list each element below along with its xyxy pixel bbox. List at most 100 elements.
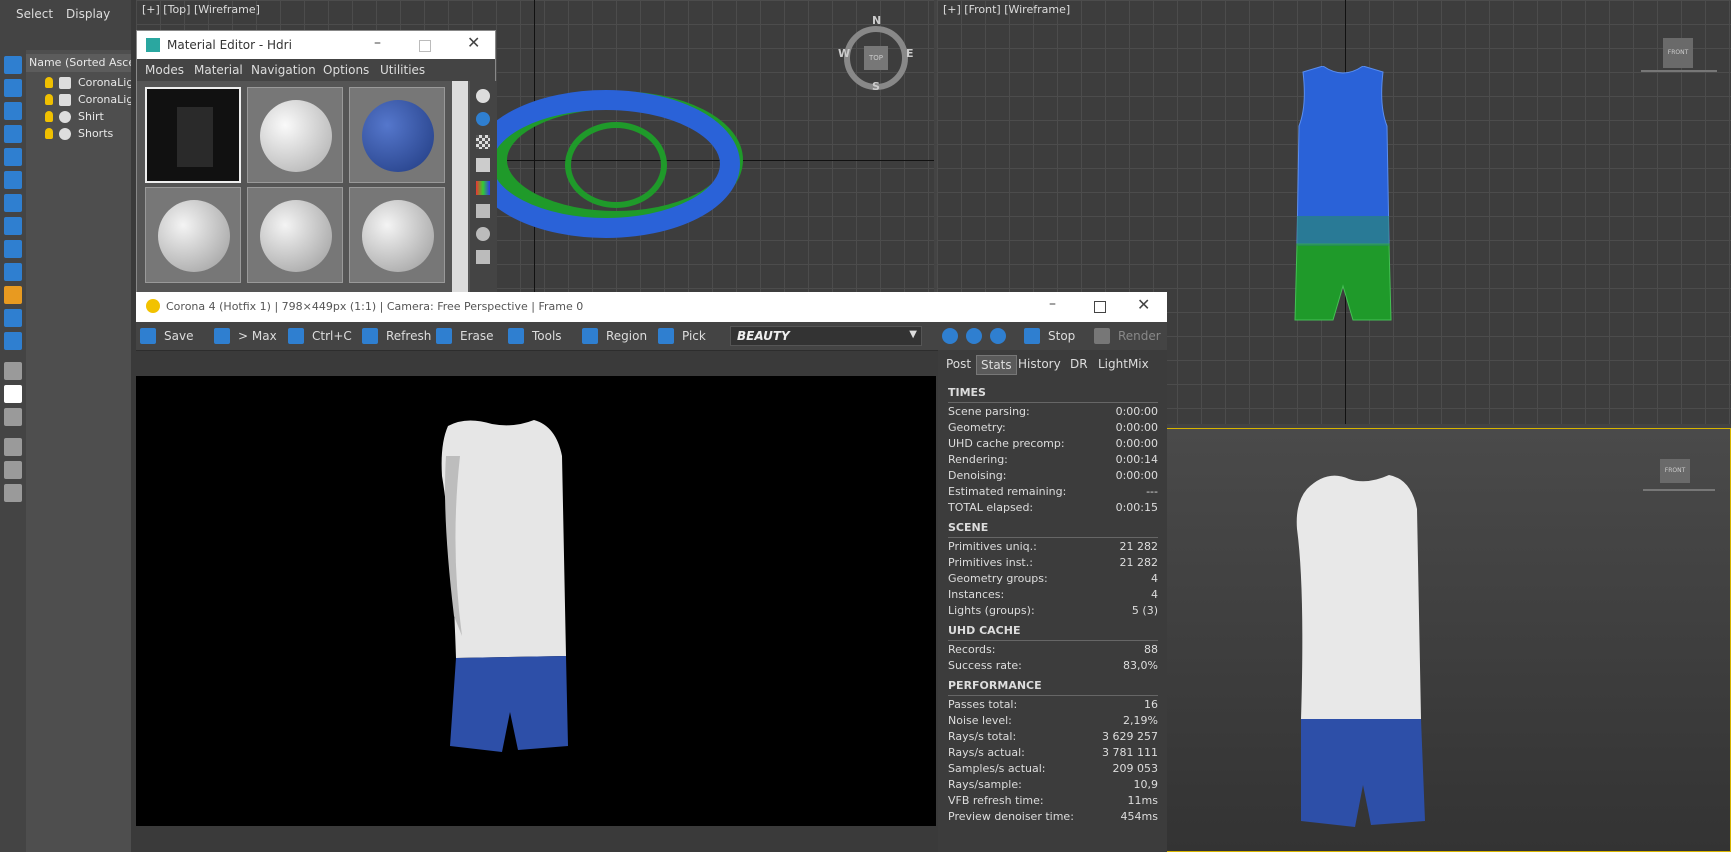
viewcube-ring [1643, 489, 1715, 491]
make-preview-icon[interactable] [476, 204, 490, 218]
render-image[interactable] [136, 376, 936, 826]
helpers-filter-icon[interactable] [4, 171, 22, 189]
max-app-icon [146, 38, 160, 52]
page-icon[interactable] [4, 385, 22, 403]
zoom-out-icon[interactable] [966, 328, 982, 344]
shaded-outfit[interactable] [1271, 469, 1451, 831]
explorer-row[interactable]: Shirt [26, 108, 131, 126]
sample-type-icon[interactable] [476, 89, 490, 103]
tab-post[interactable]: Post [942, 355, 975, 373]
explorer-row[interactable]: CoronaLight001 [26, 74, 131, 92]
spacewarps-filter-icon[interactable] [4, 194, 22, 212]
containers-filter-icon[interactable] [4, 286, 22, 304]
light-bulb-icon[interactable] [45, 128, 53, 139]
tab-stats[interactable]: Stats [976, 355, 1017, 375]
material-slot[interactable] [349, 187, 445, 283]
material-slot[interactable] [349, 87, 445, 183]
tools-button[interactable]: Tools [508, 326, 572, 346]
send-to-max-button[interactable]: > Max [214, 326, 278, 346]
light-bulb-icon[interactable] [45, 111, 53, 122]
maximize-icon[interactable] [419, 40, 431, 52]
frozen-filter-icon[interactable] [4, 309, 22, 327]
hidden-filter-icon[interactable] [4, 332, 22, 350]
shapes-filter-icon[interactable] [4, 102, 22, 120]
viewcube[interactable]: FRONT [1663, 38, 1693, 68]
perspective-viewport[interactable]: FRONT [1166, 428, 1731, 852]
material-editor-window: Material Editor - Hdri – ✕ Modes Materia… [136, 30, 497, 293]
light-bulb-icon[interactable] [45, 77, 53, 88]
cameras-filter-icon[interactable] [4, 148, 22, 166]
light-bulb-icon[interactable] [45, 94, 53, 105]
layers-icon[interactable] [4, 408, 22, 426]
find-icon[interactable] [4, 461, 22, 479]
material-slot[interactable] [145, 87, 241, 183]
render-element-select[interactable]: BEAUTY ▼ [730, 326, 922, 346]
backlight-icon[interactable] [476, 112, 490, 126]
viewport-label[interactable]: [+] [Top] [Wireframe] [142, 3, 260, 16]
geometry-filter-icon[interactable] [4, 79, 22, 97]
funnel-icon[interactable] [4, 438, 22, 456]
material-editor-titlebar[interactable]: Material Editor - Hdri – ✕ [137, 31, 495, 59]
list-icon[interactable] [4, 362, 22, 380]
zoom-in-icon[interactable] [942, 328, 958, 344]
uv-tiling-icon[interactable] [476, 158, 490, 172]
options-icon[interactable] [476, 227, 490, 241]
menu-options[interactable]: Options [323, 63, 369, 77]
material-slot[interactable] [247, 87, 343, 183]
settings-icon[interactable] [4, 484, 22, 502]
video-color-check-icon[interactable] [476, 181, 490, 195]
stats-row: Estimated remaining: --- [948, 485, 1158, 498]
refresh-icon [362, 328, 378, 344]
name-column-header[interactable]: Name (Sorted Ascending) [26, 54, 131, 72]
display-none-icon[interactable] [4, 56, 22, 74]
menu-material[interactable]: Material [194, 63, 243, 77]
zoom-reset-icon[interactable] [990, 328, 1006, 344]
wireframe-object[interactable] [466, 90, 766, 250]
section-divider [948, 537, 1158, 538]
select-menu[interactable]: Select [16, 7, 53, 21]
render-button[interactable]: Render [1094, 326, 1164, 346]
display-menu[interactable]: Display [66, 7, 110, 21]
erase-button[interactable]: Erase [436, 326, 500, 346]
material-slot[interactable] [145, 187, 241, 283]
corona-frame-buffer-window: Corona 4 (Hotfix 1) | 798×449px (1:1) | … [136, 292, 1167, 852]
save-button[interactable]: Save [140, 326, 204, 346]
groups-filter-icon[interactable] [4, 217, 22, 235]
close-icon[interactable]: ✕ [1137, 295, 1150, 314]
menu-utilities[interactable]: Utilities [380, 63, 425, 77]
viewport-label[interactable]: [+] [Front] [Wireframe] [943, 3, 1070, 16]
stop-button[interactable]: Stop [1024, 326, 1086, 346]
explorer-row[interactable]: CoronaLight002 [26, 91, 131, 109]
menu-navigation[interactable]: Navigation [251, 63, 316, 77]
vfb-title: Corona 4 (Hotfix 1) | 798×449px (1:1) | … [166, 300, 584, 313]
viewcube-ring [1641, 70, 1717, 72]
tab-dr[interactable]: DR [1066, 355, 1092, 373]
vfb-titlebar[interactable]: Corona 4 (Hotfix 1) | 798×449px (1:1) | … [136, 292, 1167, 322]
slots-scrollbar[interactable] [452, 81, 468, 293]
material-slot[interactable] [247, 187, 343, 283]
xrefs-filter-icon[interactable] [4, 240, 22, 258]
minimize-icon[interactable]: – [1049, 296, 1056, 312]
tab-history[interactable]: History [1014, 355, 1065, 373]
region-button[interactable]: Region [582, 326, 648, 346]
chevron-down-icon: ▼ [909, 329, 917, 340]
wireframe-outfit[interactable] [1283, 66, 1403, 322]
corona-light-icon [59, 77, 71, 89]
times-section-title: TIMES [948, 386, 986, 399]
bones-filter-icon[interactable] [4, 263, 22, 281]
lights-filter-icon[interactable] [4, 125, 22, 143]
viewcube[interactable]: TOP [864, 46, 888, 70]
explorer-row-label: CoronaLight001 [78, 76, 131, 89]
explorer-row[interactable]: Shorts [26, 125, 131, 143]
select-by-material-icon[interactable] [476, 250, 490, 264]
menu-modes[interactable]: Modes [145, 63, 184, 77]
close-icon[interactable]: ✕ [467, 33, 480, 52]
refresh-button[interactable]: Refresh [362, 326, 434, 346]
copy-button[interactable]: Ctrl+C [288, 326, 352, 346]
background-icon[interactable] [476, 135, 490, 149]
maximize-icon[interactable] [1094, 301, 1106, 313]
tab-lightmix[interactable]: LightMix [1094, 355, 1153, 373]
minimize-icon[interactable]: – [374, 35, 381, 51]
viewcube[interactable]: FRONT [1660, 459, 1690, 483]
pick-button[interactable]: Pick [658, 326, 714, 346]
